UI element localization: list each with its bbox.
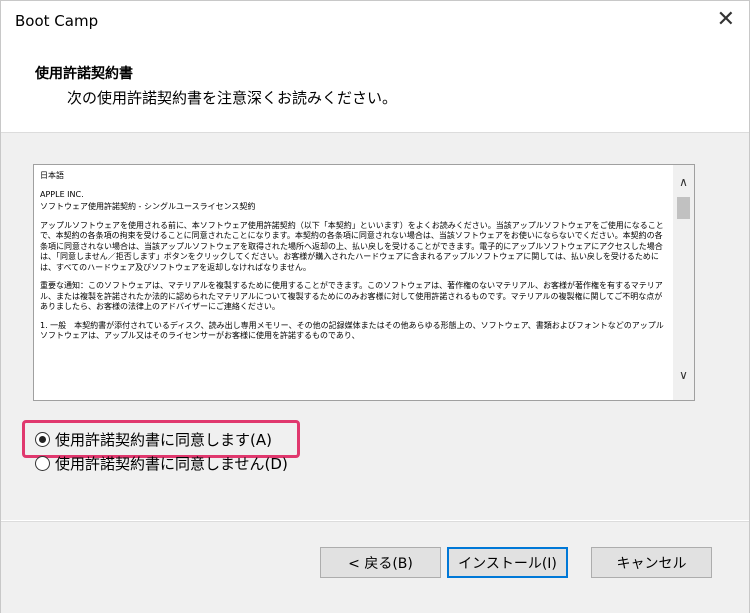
license-line-heading: ソフトウェア使用許諾契約 - シングルユースライセンス契約: [40, 202, 256, 211]
license-paragraph-intro: アップルソフトウェアを使用される前に、本ソフトウェア使用許諾契約（以下「本契約」…: [40, 220, 664, 272]
cancel-button[interactable]: キャンセル: [591, 547, 712, 578]
license-text: 日本語 APPLE INC. ソフトウェア使用許諾契約 - シングルユースライセ…: [40, 171, 666, 350]
scroll-up-icon[interactable]: ∧: [673, 175, 694, 193]
decline-label: 使用許諾契約書に同意しません(D): [55, 455, 288, 473]
accept-option[interactable]: 使用許諾契約書に同意します(A): [35, 429, 272, 450]
accept-label: 使用許諾契約書に同意します(A): [55, 431, 272, 449]
license-line-language: 日本語: [40, 171, 64, 180]
back-button[interactable]: < 戻る(B): [320, 547, 441, 578]
license-line-company: APPLE INC.: [40, 189, 84, 199]
page-title: 使用許諾契約書: [35, 66, 133, 82]
scroll-down-icon[interactable]: ∨: [673, 368, 694, 386]
install-button[interactable]: インストール(I): [447, 547, 568, 578]
content-area: 日本語 APPLE INC. ソフトウェア使用許諾契約 - シングルユースライセ…: [1, 133, 749, 520]
scroll-thumb[interactable]: [677, 197, 690, 219]
title-bar: Boot Camp ✕: [1, 1, 749, 41]
header-area: 使用許諾契約書 次の使用許諾契約書を注意深くお読みください。: [1, 41, 749, 133]
page-subtitle: 次の使用許諾契約書を注意深くお読みください。: [67, 89, 398, 107]
window-title: Boot Camp: [15, 12, 99, 30]
vertical-scrollbar[interactable]: ∧ ∨: [673, 165, 694, 400]
boot-camp-window: Boot Camp ✕ 使用許諾契約書 次の使用許諾契約書を注意深くお読みくださ…: [0, 0, 750, 613]
license-text-box[interactable]: 日本語 APPLE INC. ソフトウェア使用許諾契約 - シングルユースライセ…: [33, 164, 695, 401]
decline-option[interactable]: 使用許諾契約書に同意しません(D): [35, 453, 288, 474]
footer-bar: < 戻る(B) インストール(I) キャンセル: [1, 521, 749, 613]
license-paragraph-notice: 重要な通知：このソフトウェアは、マテリアルを複製するために使用することができます…: [40, 281, 663, 311]
license-paragraph-general: 1. 一般 本契約書が添付されているディスク、読み出し専用メモリー、その他の記録…: [40, 320, 664, 341]
accept-radio[interactable]: [35, 432, 50, 447]
decline-radio[interactable]: [35, 456, 50, 471]
close-icon[interactable]: ✕: [717, 7, 735, 32]
